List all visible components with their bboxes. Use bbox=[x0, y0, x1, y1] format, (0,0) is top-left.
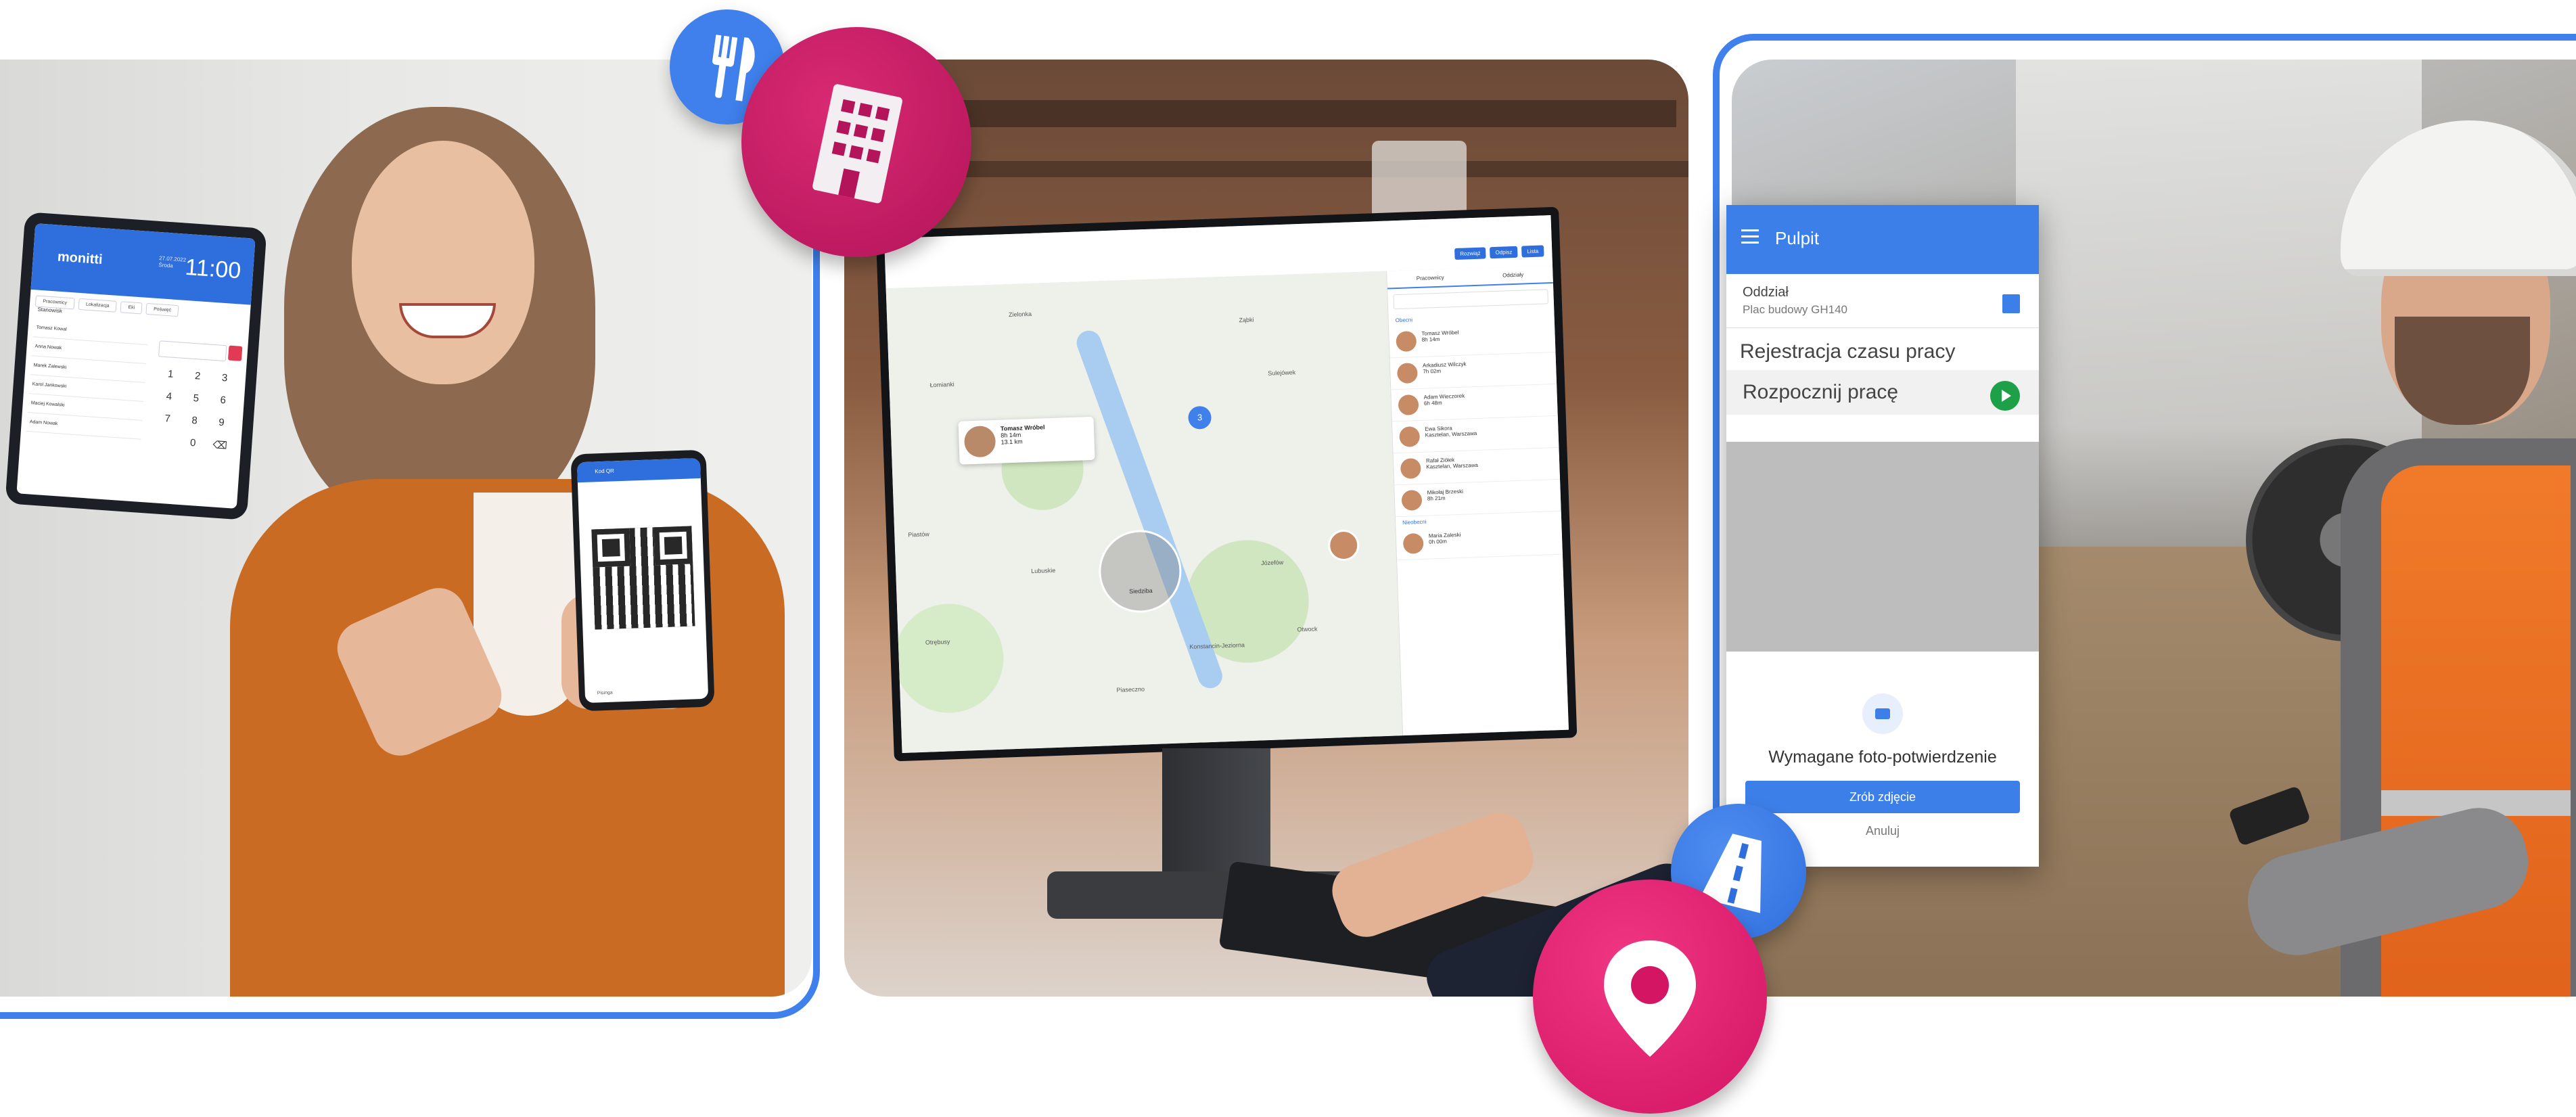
building-icon bbox=[2002, 294, 2020, 313]
map-label: Otrębusy bbox=[925, 638, 950, 646]
worker-meta: Kasztelan, Warszawa bbox=[1426, 462, 1479, 470]
avatar bbox=[1400, 457, 1421, 479]
play-icon[interactable] bbox=[1990, 381, 2020, 411]
employee-map-card[interactable]: Tomasz Wróbel 8h 14m 13.1 km bbox=[958, 416, 1095, 465]
toolbar-button[interactable]: Lista bbox=[1521, 245, 1544, 258]
section-title: Rejestracja czasu pracy bbox=[1740, 340, 1956, 363]
location-badge bbox=[1533, 880, 1767, 1114]
building-icon bbox=[812, 84, 902, 204]
monitor-stand bbox=[1162, 748, 1270, 884]
app-title: Pulpit bbox=[1775, 228, 1820, 248]
employee-side-list: Pracownicy Oddziały Obecni Tomasz Wróbel… bbox=[1386, 265, 1569, 736]
branch-value: Plac budowy GH140 bbox=[1743, 303, 1847, 316]
sheet-title: Wymagane foto-potwierdzenie bbox=[1768, 748, 1997, 767]
worker-meta: 7h 02m bbox=[1423, 367, 1442, 375]
worker-meta: 8h 14m bbox=[1421, 336, 1440, 343]
list-item[interactable]: Adam Wieczorek 6h 48m bbox=[1391, 384, 1558, 422]
blue-frame-left bbox=[0, 60, 820, 1019]
hamburger-menu-icon[interactable] bbox=[1741, 229, 1759, 248]
branch-row[interactable]: Oddział Plac budowy GH140 bbox=[1726, 274, 2039, 328]
toolbar-button[interactable]: Rozwiąż bbox=[1454, 247, 1486, 260]
mobile-app-screen: Pulpit Oddział Plac budowy GH140 Rejestr… bbox=[1726, 205, 2039, 867]
camera-icon bbox=[1862, 693, 1903, 734]
list-item[interactable]: Arkadiusz Wilczyk 7h 02m bbox=[1389, 352, 1557, 390]
office-badge bbox=[741, 27, 971, 257]
avatar bbox=[1402, 532, 1424, 554]
app-bar: Pulpit bbox=[1726, 205, 2039, 274]
list-item[interactable]: Maria Zaleski 0h 00m bbox=[1396, 522, 1563, 561]
employee-map-marker[interactable] bbox=[1327, 529, 1360, 562]
venue-label: Siedziba bbox=[1129, 587, 1153, 595]
start-work-row[interactable]: Rozpocznij pracę bbox=[1726, 370, 2039, 415]
list-item[interactable]: Ewa Sikora Kasztelan, Warszawa bbox=[1392, 415, 1559, 454]
map-label: Piastów bbox=[908, 530, 930, 539]
side-search-input[interactable] bbox=[1393, 289, 1548, 310]
worker-meta: 8h 21m bbox=[1427, 495, 1446, 502]
map-label: Lubuskie bbox=[1031, 566, 1056, 575]
location-pin-icon bbox=[1604, 940, 1696, 1057]
map-label: Konstancin-Jeziorna bbox=[1189, 641, 1245, 651]
list-item[interactable]: Tomasz Wróbel 8h 14m bbox=[1389, 320, 1556, 359]
worker-meta: 0h 00m bbox=[1429, 538, 1447, 545]
avatar bbox=[1396, 331, 1417, 352]
map-view[interactable]: Zielonka Ząbki Sulejówek Łomianki Piastó… bbox=[886, 271, 1403, 753]
start-work-label: Rozpocznij pracę bbox=[1743, 381, 1899, 403]
branch-label: Oddział bbox=[1743, 285, 1789, 300]
map-label: Józefów bbox=[1260, 559, 1284, 567]
avatar bbox=[1399, 426, 1421, 448]
worker-meta: Kasztelan, Warszawa bbox=[1425, 430, 1477, 438]
map-label: Ząbki bbox=[1239, 316, 1254, 324]
river bbox=[1073, 327, 1226, 692]
worker-meta: 6h 48m bbox=[1423, 399, 1442, 407]
shelf bbox=[932, 100, 1676, 127]
toolbar-button[interactable]: Odpisz bbox=[1490, 246, 1518, 259]
avatar bbox=[1396, 363, 1418, 384]
avatar bbox=[1398, 394, 1419, 416]
tab-employees[interactable]: Pracownicy bbox=[1417, 275, 1444, 281]
map-label: Piaseczno bbox=[1116, 685, 1145, 693]
avatar bbox=[963, 425, 996, 458]
map-cluster-marker[interactable]: 3 bbox=[1187, 405, 1212, 430]
toolbar: Rozwiąż Odpisz Lista bbox=[1454, 245, 1544, 260]
worker-name: Tomasz Wróbel bbox=[1421, 329, 1459, 337]
list-item[interactable]: Rafał Ziółek Kasztelan, Warszawa bbox=[1393, 447, 1561, 486]
map-label: Sulejówek bbox=[1268, 369, 1296, 377]
list-item[interactable]: Mikołaj Brzeski 8h 21m bbox=[1394, 479, 1561, 518]
map-label: Otwock bbox=[1297, 625, 1318, 633]
map-label: Łomianki bbox=[929, 380, 954, 389]
map-label: Zielonka bbox=[1008, 310, 1032, 319]
desktop-monitor: Rozwiąż Odpisz Lista Zielonka Ząbki Sule… bbox=[875, 206, 1578, 762]
tab-branches[interactable]: Oddziały bbox=[1502, 271, 1523, 278]
monitor-screen: Rozwiąż Odpisz Lista Zielonka Ząbki Sule… bbox=[884, 215, 1569, 753]
avatar bbox=[1401, 489, 1423, 511]
modal-scrim bbox=[1726, 442, 2039, 652]
